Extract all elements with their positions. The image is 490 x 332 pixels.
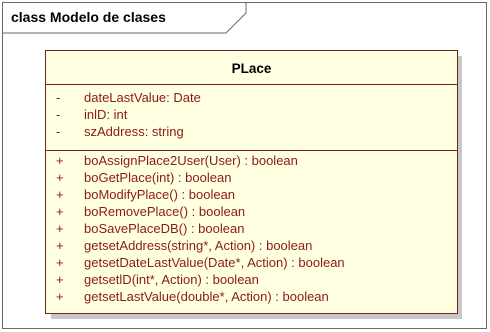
attribute-row[interactable]: - szAddress: string <box>46 124 457 140</box>
attribute-row[interactable]: - inlD: int <box>46 107 457 123</box>
operation-visibility: + <box>56 272 64 287</box>
attribute-row[interactable]: - dateLastValue: Date <box>46 90 457 106</box>
operation-text: boGetPlace(int) : boolean <box>84 170 232 185</box>
attribute-text: inlD: int <box>84 107 128 122</box>
operation-text: getsetDateLastValue(Date*, Action) : boo… <box>84 255 345 270</box>
operation-row[interactable]: + boAssignPlace2User(User) : boolean <box>46 153 457 169</box>
operation-row[interactable]: + getsetlD(int*, Action) : boolean <box>46 272 457 288</box>
operation-row[interactable]: + getsetLastValue(double*, Action) : boo… <box>46 289 457 305</box>
frame-title-tab: class Modelo de clases <box>2 2 247 34</box>
operation-row[interactable]: + boSavePlaceDB() : boolean <box>46 221 457 237</box>
operation-visibility: + <box>56 204 64 219</box>
operation-row[interactable]: + boGetPlace(int) : boolean <box>46 170 457 186</box>
attribute-text: dateLastValue: Date <box>84 90 201 105</box>
operation-text: boModifyPlace() : boolean <box>84 187 236 202</box>
operation-visibility: + <box>56 238 64 253</box>
operation-text: getsetLastValue(double*, Action) : boole… <box>84 289 329 304</box>
attribute-visibility: - <box>56 124 61 139</box>
operation-text: boSavePlaceDB() : boolean <box>84 221 245 236</box>
operation-row[interactable]: + boModifyPlace() : boolean <box>46 187 457 203</box>
attribute-visibility: - <box>56 107 61 122</box>
class-place[interactable]: PLace - dateLastValue: Date - inlD: int … <box>45 50 458 314</box>
operation-text: getsetAddress(string*, Action) : boolean <box>84 238 313 253</box>
operation-visibility: + <box>56 170 64 185</box>
attributes-separator <box>46 150 457 151</box>
operation-visibility: + <box>56 221 64 236</box>
name-separator <box>46 84 457 85</box>
attribute-visibility: - <box>56 90 61 105</box>
operation-row[interactable]: + getsetAddress(string*, Action) : boole… <box>46 238 457 254</box>
operation-text: boAssignPlace2User(User) : boolean <box>84 153 298 168</box>
attribute-text: szAddress: string <box>84 124 184 139</box>
operation-row[interactable]: + boRemovePlace() : boolean <box>46 204 457 220</box>
class-name: PLace <box>231 61 272 76</box>
operation-visibility: + <box>56 153 64 168</box>
operation-visibility: + <box>56 289 64 304</box>
operation-text: boRemovePlace() : boolean <box>84 204 246 219</box>
frame-title: class Modelo de clases <box>11 9 166 25</box>
operation-visibility: + <box>56 255 64 270</box>
operation-row[interactable]: + getsetDateLastValue(Date*, Action) : b… <box>46 255 457 271</box>
operation-text: getsetlD(int*, Action) : boolean <box>84 272 259 287</box>
operation-visibility: + <box>56 187 64 202</box>
